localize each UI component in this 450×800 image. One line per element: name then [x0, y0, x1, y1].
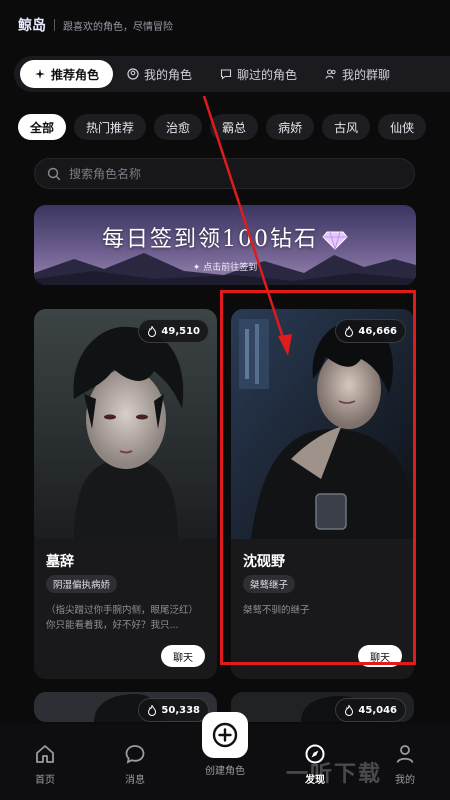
search-input[interactable] [69, 166, 389, 181]
flame-icon [345, 704, 354, 716]
message-icon [125, 744, 145, 764]
character-tag: 阴湿偏执病娇 [46, 575, 118, 593]
app-tagline: 跟喜欢的角色，尽情冒险 [63, 21, 173, 33]
tab-label: 推荐角色 [51, 67, 100, 82]
flame-icon [148, 704, 157, 716]
character-portrait [34, 309, 217, 539]
tab-chatted-roles[interactable]: 聊过的角色 [206, 60, 311, 88]
card-info: 墓辞 阴湿偏执病娇 （指尖蹭过你手腕内侧，眼尾泛红）你只能看着我，好不好？我只.… [34, 539, 217, 679]
popularity-badge: 50,338 [138, 698, 209, 722]
banner-title-text: 每日签到领100钻石 [102, 227, 318, 252]
nav-label: 消息 [125, 774, 145, 786]
category-ancient[interactable]: 古风 [322, 114, 371, 140]
sparkle-icon [35, 69, 45, 79]
popularity-badge: 45,046 [335, 698, 406, 722]
popularity-count: 49,510 [161, 325, 200, 337]
nav-label: 首页 [35, 774, 55, 786]
banner-subtitle: ✦ 点击前往签到 [192, 263, 258, 273]
search-bar[interactable] [34, 158, 415, 189]
group-icon [325, 69, 336, 79]
profile-icon [396, 744, 414, 763]
category-all[interactable]: 全部 [18, 114, 67, 140]
popularity-count: 50,338 [161, 704, 200, 716]
home-icon [36, 744, 54, 763]
character-description: （指尖蹭过你手腕内侧，眼尾泛红）你只能看着我，好不好？我只... [46, 605, 199, 631]
header-divider [54, 19, 55, 31]
search-icon [47, 167, 61, 180]
tab-label: 我的角色 [144, 67, 193, 82]
category-hot[interactable]: 热门推荐 [74, 114, 147, 140]
role-card[interactable]: 45,046 [231, 692, 414, 722]
highlight-box [220, 290, 416, 665]
nav-messages[interactable]: 消息 [100, 743, 170, 786]
category-yandere[interactable]: 病娇 [266, 114, 315, 140]
category-ceo[interactable]: 霸总 [210, 114, 259, 140]
create-role-button[interactable] [202, 712, 248, 758]
category-healing[interactable]: 治愈 [154, 114, 203, 140]
tab-my-groups[interactable]: 我的群聊 [311, 60, 404, 88]
character-name: 墓辞 [46, 554, 74, 570]
category-xianxia[interactable]: 仙侠 [378, 114, 427, 140]
role-card[interactable]: 49,510 墓辞 阴湿偏执病娇 （指尖蹭过你手腕内侧，眼尾泛红）你只能看着我，… [34, 309, 217, 679]
diamond-icon [322, 231, 348, 250]
popularity-count: 45,046 [358, 704, 397, 716]
app-brand: 鲸岛 [18, 18, 46, 34]
checkin-banner[interactable]: 每日签到领100钻石 ✦ 点击前往签到 [34, 205, 416, 285]
plus-icon [212, 722, 238, 748]
category-filter: 全部 热门推荐 治愈 霸总 病娇 古风 仙侠 [18, 114, 450, 142]
banner-title: 每日签到领100钻石 [34, 221, 416, 253]
watermark: 一听下载 [286, 762, 383, 787]
chat-button[interactable]: 聊天 [161, 645, 205, 667]
tab-recommended[interactable]: 推荐角色 [20, 60, 114, 88]
create-role-label: 创建角色 [205, 766, 245, 777]
role-card[interactable]: 50,338 [34, 692, 217, 722]
tab-my-roles[interactable]: 我的角色 [113, 60, 206, 88]
flame-icon [148, 325, 157, 337]
role-tabs: 推荐角色 我的角色 聊过的角色 我的群聊 [14, 56, 450, 92]
nav-home[interactable]: 首页 [10, 743, 80, 786]
popularity-badge: 49,510 [138, 319, 209, 343]
chat-bubble-icon [220, 69, 232, 80]
user-circle-icon [127, 68, 139, 80]
tab-label: 聊过的角色 [237, 67, 298, 82]
nav-label: 我的 [395, 774, 415, 786]
top-header: 鲸岛 跟喜欢的角色，尽情冒险 [0, 0, 450, 50]
tab-label: 我的群聊 [342, 67, 391, 82]
